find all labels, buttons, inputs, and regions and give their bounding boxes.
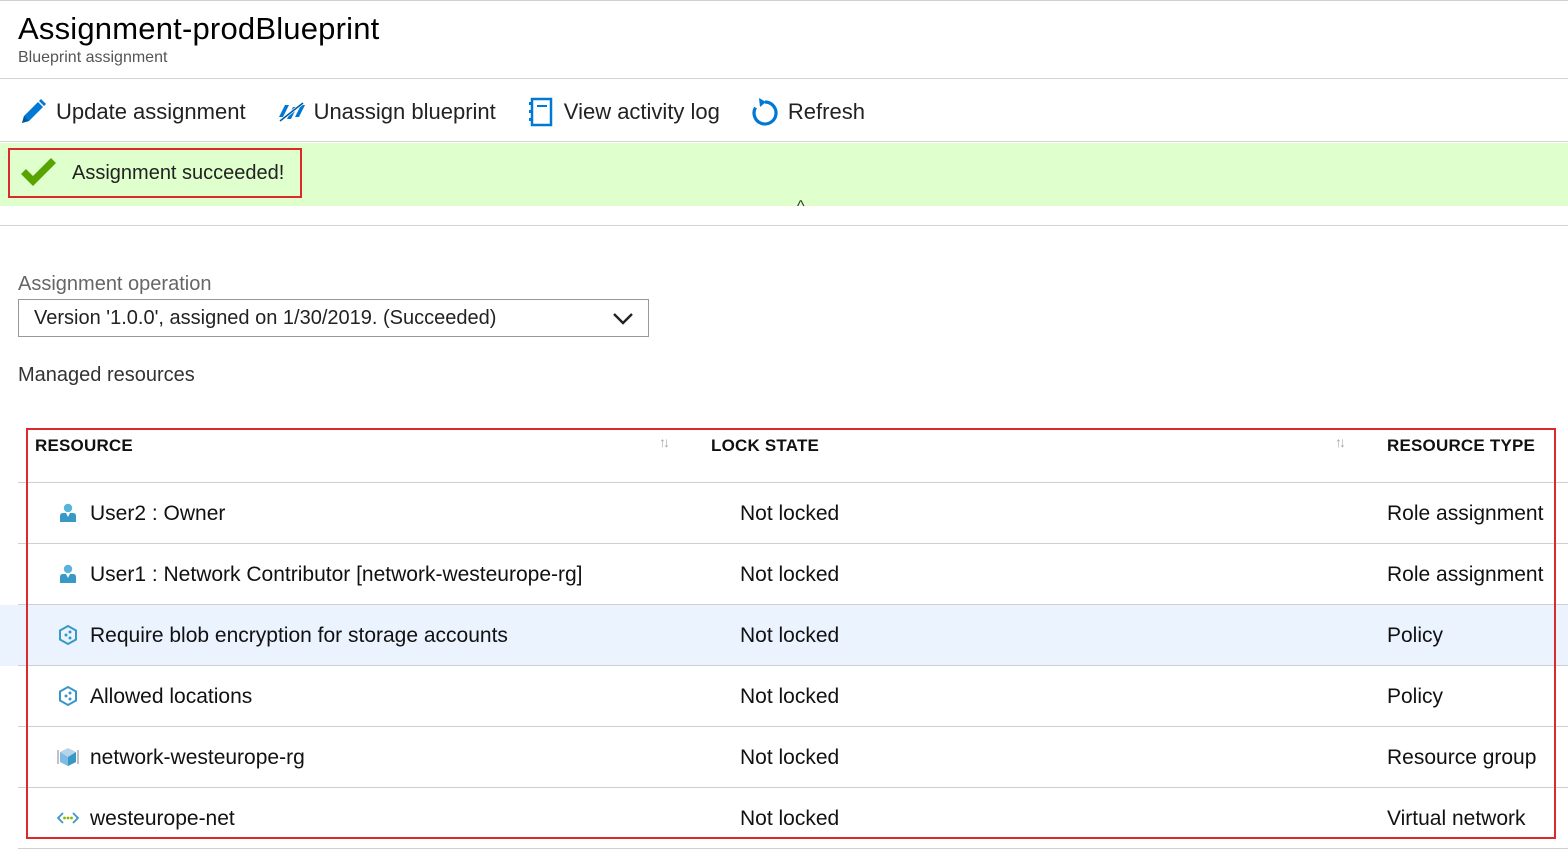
policy-icon <box>59 685 77 707</box>
header-divider <box>0 78 1568 79</box>
virtual-network-icon <box>57 812 79 824</box>
page-subtitle: Blueprint assignment <box>18 49 168 66</box>
view-activity-log-button[interactable]: View activity log <box>526 97 720 127</box>
activity-log-icon <box>528 97 553 127</box>
resource-name: network-westeurope-rg <box>90 746 305 769</box>
table-bottom-divider <box>18 848 1568 849</box>
command-bar: Update assignment Unassign blueprint Vie… <box>18 90 895 134</box>
chevron-down-icon <box>613 313 633 325</box>
resource-group-icon <box>57 748 79 766</box>
assignment-operation-dropdown[interactable]: Version '1.0.0', assigned on 1/30/2019. … <box>18 299 649 337</box>
success-message-box: Assignment succeeded! <box>8 148 302 198</box>
column-header-lock-state[interactable]: LOCK STATE <box>711 436 819 456</box>
resource-type: Resource group <box>1387 746 1537 769</box>
assignment-operation-label: Assignment operation <box>18 273 212 295</box>
resource-name: User1 : Network Contributor [network-wes… <box>90 563 583 586</box>
resource-name: westeurope-net <box>90 807 235 830</box>
table-row[interactable]: Allowed locations Not locked Policy <box>0 666 1568 727</box>
column-header-resource-type[interactable]: RESOURCE TYPE <box>1387 436 1535 456</box>
managed-resources-label: Managed resources <box>18 364 195 386</box>
lock-state: Not locked <box>740 807 840 830</box>
refresh-icon <box>752 98 778 126</box>
unassign-blueprint-button[interactable]: Unassign blueprint <box>276 97 496 127</box>
resource-name: Require blob encryption for storage acco… <box>90 624 508 647</box>
policy-icon <box>59 624 77 646</box>
top-divider <box>0 0 1568 1</box>
refresh-button[interactable]: Refresh <box>750 97 865 127</box>
user-icon <box>60 503 76 522</box>
pencil-icon <box>22 99 46 123</box>
refresh-label: Refresh <box>787 99 865 124</box>
resource-type: Policy <box>1387 685 1444 708</box>
table-row[interactable]: network-westeurope-rg Not locked Resourc… <box>0 727 1568 788</box>
update-assignment-button[interactable]: Update assignment <box>18 97 246 127</box>
sort-lock-state-icon[interactable]: ↑↓ <box>1335 434 1346 450</box>
lock-state: Not locked <box>740 685 840 708</box>
page-header: Assignment-prodBlueprint Blueprint assig… <box>18 10 379 67</box>
table-row[interactable]: User1 : Network Contributor [network-wes… <box>0 544 1568 605</box>
assignment-operation-value: Version '1.0.0', assigned on 1/30/2019. … <box>34 306 497 329</box>
toolbar-divider <box>0 141 1568 142</box>
user-icon <box>60 564 76 583</box>
checkmark-icon <box>21 158 56 186</box>
table-row[interactable]: User2 : Owner Not locked Role assignment <box>0 483 1568 544</box>
resource-type: Virtual network <box>1387 807 1526 830</box>
resource-type: Role assignment <box>1387 502 1544 525</box>
table-row[interactable]: westeurope-net Not locked Virtual networ… <box>0 788 1568 849</box>
table-header: RESOURCE ↑↓ LOCK STATE ↑↓ RESOURCE TYPE <box>0 420 1568 482</box>
banner-divider <box>0 225 1568 226</box>
resource-name: Allowed locations <box>90 685 253 708</box>
sort-resource-icon[interactable]: ↑↓ <box>659 434 670 450</box>
resource-type: Policy <box>1387 624 1444 647</box>
unassign-blueprint-label: Unassign blueprint <box>313 99 496 124</box>
unassign-blueprint-icon <box>278 101 305 123</box>
lock-state: Not locked <box>740 502 840 525</box>
lock-state: Not locked <box>740 563 840 586</box>
resource-type: Role assignment <box>1387 563 1544 586</box>
update-assignment-label: Update assignment <box>56 99 246 124</box>
collapse-banner-chevron-icon[interactable]: ^ <box>797 198 805 216</box>
lock-state: Not locked <box>740 624 840 647</box>
table-row[interactable]: Require blob encryption for storage acco… <box>0 605 1568 666</box>
column-header-resource[interactable]: RESOURCE <box>35 436 133 456</box>
view-activity-log-label: View activity log <box>563 99 720 124</box>
page-title: Assignment-prodBlueprint <box>18 11 380 46</box>
success-message: Assignment succeeded! <box>72 161 285 184</box>
resource-name: User2 : Owner <box>90 502 226 525</box>
lock-state: Not locked <box>740 746 840 769</box>
